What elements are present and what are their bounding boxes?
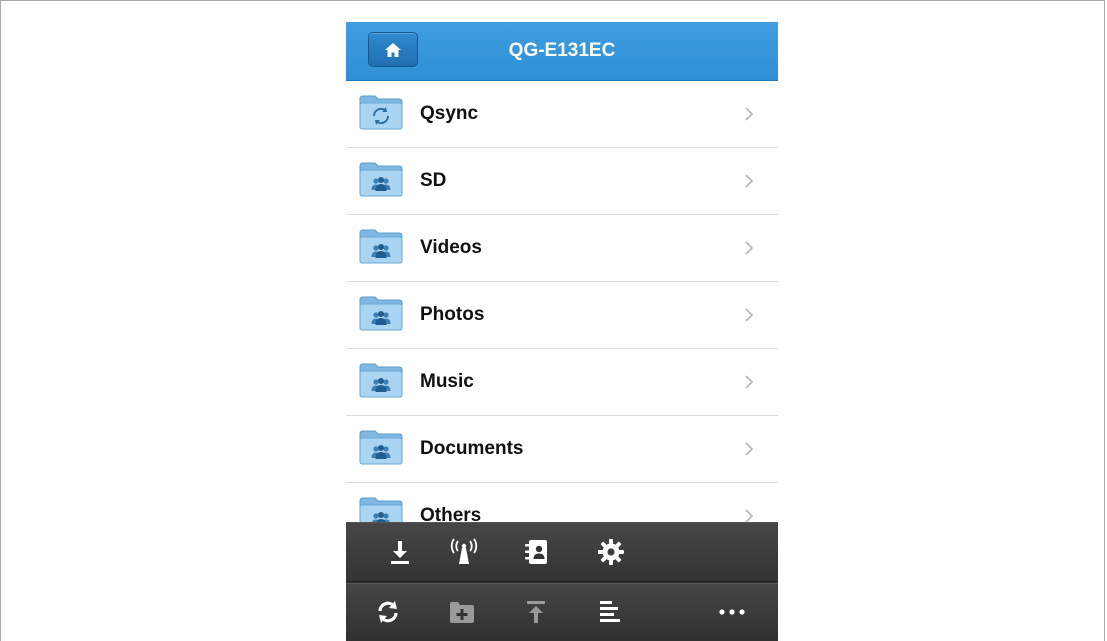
- list-item-sd[interactable]: SD: [346, 148, 778, 215]
- toolbar-top-row: [346, 523, 778, 582]
- app-screen: QG-E131EC Qsync SD Videos Photos Music D…: [346, 22, 778, 641]
- wireless-icon: [450, 538, 478, 564]
- chevron-right-icon: [745, 174, 754, 188]
- home-icon: [385, 42, 401, 57]
- chevron-right-icon: [745, 442, 754, 456]
- more-icon: [719, 609, 745, 615]
- settings-icon: [598, 539, 624, 565]
- sort-button[interactable]: [590, 592, 630, 632]
- bottom-toolbar: [346, 522, 778, 641]
- folder-label: SD: [420, 170, 447, 191]
- download-icon: [391, 541, 409, 564]
- chevron-right-icon: [745, 308, 754, 322]
- header-bar: QG-E131EC: [346, 22, 778, 81]
- more-button[interactable]: [712, 592, 752, 632]
- sort-icon: [600, 601, 620, 622]
- shared-folder-icon: [359, 229, 403, 264]
- chevron-right-icon: [745, 241, 754, 255]
- shared-folder-icon: [359, 430, 403, 465]
- sync-folder-icon: [359, 95, 403, 130]
- chevron-right-icon: [745, 107, 754, 121]
- shared-folder-icon: [359, 162, 403, 197]
- chevron-right-icon: [745, 375, 754, 389]
- folder-list: Qsync SD Videos Photos Music Documents O…: [346, 81, 778, 550]
- settings-button[interactable]: [591, 532, 631, 572]
- contacts-button[interactable]: [516, 532, 556, 572]
- download-button[interactable]: [380, 532, 420, 572]
- refresh-button[interactable]: [368, 592, 408, 632]
- list-item-qsync[interactable]: Qsync: [346, 81, 778, 148]
- shared-folder-icon: [359, 296, 403, 331]
- list-item-music[interactable]: Music: [346, 349, 778, 416]
- refresh-icon: [378, 601, 398, 623]
- upload-button[interactable]: [516, 592, 556, 632]
- folder-label: Documents: [420, 438, 524, 459]
- upload-icon: [527, 601, 545, 623]
- wireless-button[interactable]: [444, 532, 484, 572]
- folder-label: Photos: [420, 304, 485, 325]
- shared-folder-icon: [359, 363, 403, 398]
- list-item-photos[interactable]: Photos: [346, 282, 778, 349]
- new-folder-icon: [450, 602, 474, 623]
- folder-label: Qsync: [420, 103, 479, 124]
- list-item-documents[interactable]: Documents: [346, 416, 778, 483]
- folder-label: Videos: [420, 237, 482, 258]
- list-item-videos[interactable]: Videos: [346, 215, 778, 282]
- new-folder-button[interactable]: [442, 592, 482, 632]
- toolbar-bottom-row: [346, 583, 778, 641]
- contacts-icon: [525, 540, 547, 564]
- home-button[interactable]: [368, 32, 418, 67]
- folder-label: Music: [420, 371, 474, 392]
